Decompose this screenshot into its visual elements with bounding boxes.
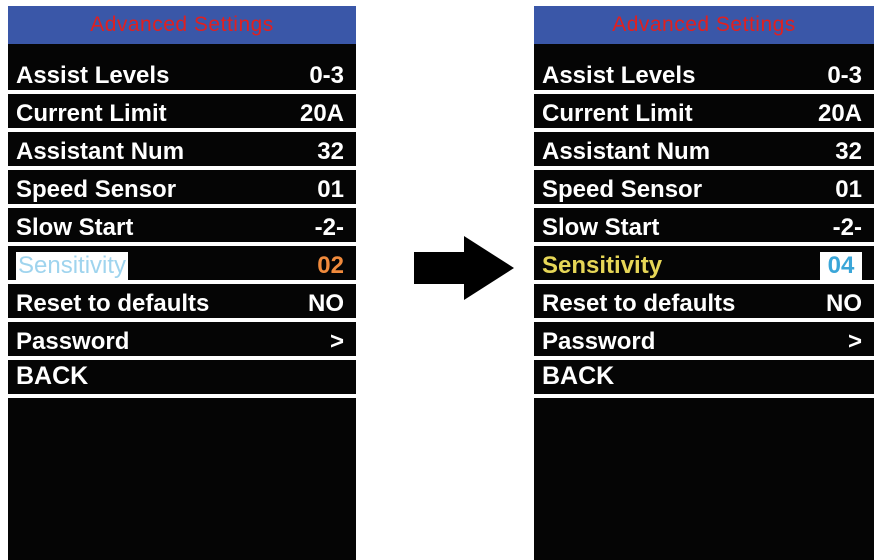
setting-value: 02 — [317, 252, 344, 279]
setting-sensitivity[interactable]: Sensitivity 02 — [8, 246, 356, 284]
setting-current-limit[interactable]: Current Limit 20A — [534, 94, 874, 132]
chevron-right-icon: > — [329, 328, 344, 355]
setting-label-selected: Sensitivity — [16, 252, 129, 280]
back-button[interactable]: BACK — [534, 360, 874, 398]
setting-reset-to-defaults[interactable]: Reset to defaults NO — [534, 284, 874, 322]
screen-title: Advanced Settings — [8, 6, 356, 44]
setting-password[interactable]: Password > — [534, 322, 874, 360]
setting-assist-levels[interactable]: Assist Levels 0-3 — [534, 56, 874, 94]
setting-value: 01 — [835, 176, 862, 203]
setting-speed-sensor[interactable]: Speed Sensor 01 — [8, 170, 356, 208]
back-button[interactable]: BACK — [8, 360, 356, 398]
setting-label: Password — [16, 328, 130, 355]
back-label: BACK — [16, 362, 89, 390]
setting-label: Assist Levels — [542, 62, 696, 89]
setting-value: 0-3 — [827, 62, 862, 89]
screen-title: Advanced Settings — [534, 6, 874, 44]
setting-label: Speed Sensor — [542, 176, 703, 203]
setting-reset-to-defaults[interactable]: Reset to defaults NO — [8, 284, 356, 322]
setting-label: Current Limit — [542, 100, 693, 127]
settings-list: Assist Levels 0-3 Current Limit 20A Assi… — [534, 56, 874, 398]
setting-current-limit[interactable]: Current Limit 20A — [8, 94, 356, 132]
setting-value: -2- — [314, 214, 344, 241]
setting-label: Assistant Num — [542, 138, 711, 165]
setting-value: 32 — [317, 138, 344, 165]
settings-list: Assist Levels 0-3 Current Limit 20A Assi… — [8, 56, 356, 398]
setting-value: NO — [308, 290, 344, 317]
back-label: BACK — [542, 362, 615, 390]
setting-sensitivity[interactable]: Sensitivity 04 — [534, 246, 874, 284]
setting-slow-start[interactable]: Slow Start -2- — [534, 208, 874, 246]
setting-label: Reset to defaults — [542, 290, 736, 317]
setting-password[interactable]: Password > — [8, 322, 356, 360]
setting-label: Current Limit — [16, 100, 167, 127]
setting-value: 20A — [817, 100, 862, 127]
setting-assistant-num[interactable]: Assistant Num 32 — [8, 132, 356, 170]
right-arrow-icon — [414, 236, 514, 300]
setting-speed-sensor[interactable]: Speed Sensor 01 — [534, 170, 874, 208]
setting-label-selected: Sensitivity — [542, 252, 663, 279]
setting-value: 01 — [317, 176, 344, 203]
setting-assist-levels[interactable]: Assist Levels 0-3 — [8, 56, 356, 94]
setting-label: Assistant Num — [16, 138, 185, 165]
setting-value: NO — [826, 290, 862, 317]
setting-label: Password — [542, 328, 656, 355]
setting-value: 0-3 — [309, 62, 344, 89]
setting-value: 32 — [835, 138, 862, 165]
setting-value: 20A — [299, 100, 344, 127]
setting-label: Speed Sensor — [16, 176, 177, 203]
setting-label: Assist Levels — [16, 62, 170, 89]
display-after: Advanced Settings Assist Levels 0-3 Curr… — [534, 6, 874, 560]
setting-slow-start[interactable]: Slow Start -2- — [8, 208, 356, 246]
setting-label: Reset to defaults — [16, 290, 210, 317]
setting-label: Slow Start — [16, 214, 134, 241]
setting-label: Slow Start — [542, 214, 660, 241]
setting-value: -2- — [832, 214, 862, 241]
setting-assistant-num[interactable]: Assistant Num 32 — [534, 132, 874, 170]
setting-value-editing[interactable]: 04 — [820, 252, 862, 280]
chevron-right-icon: > — [847, 328, 862, 355]
display-before: Advanced Settings Assist Levels 0-3 Curr… — [8, 6, 356, 560]
